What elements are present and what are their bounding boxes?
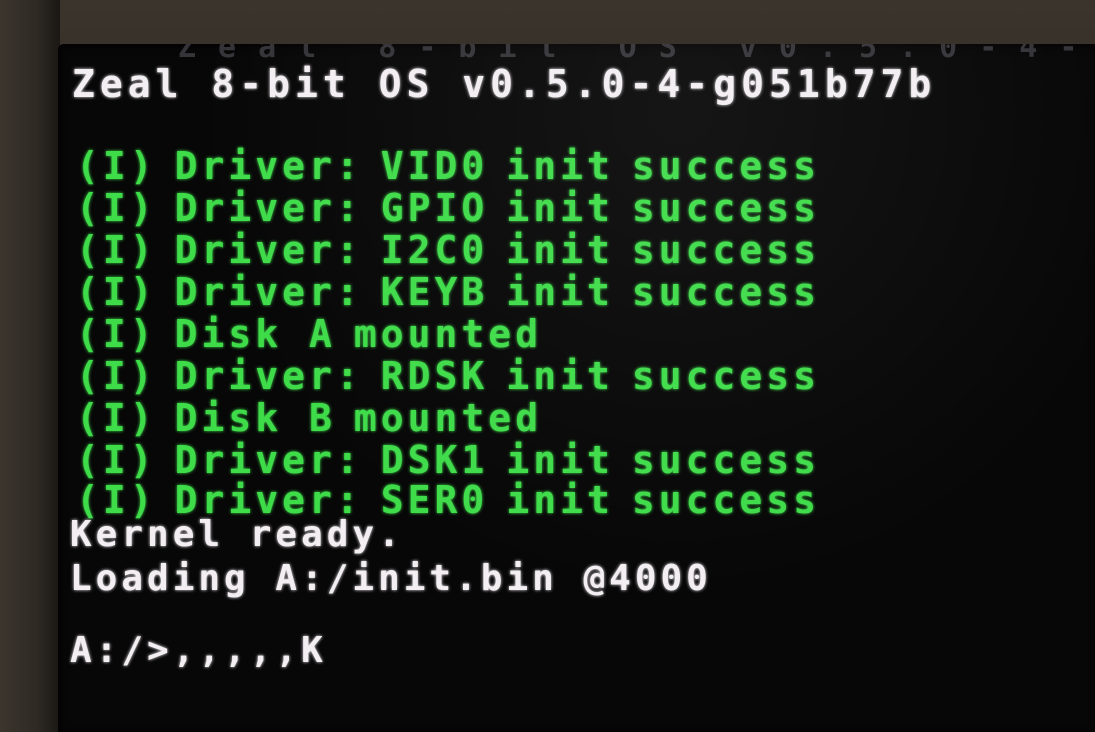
prompt-path: A:/> xyxy=(70,630,173,671)
log-line: (I) Driver: I2C0 init success xyxy=(76,228,820,272)
loading-line: Loading A:/init.bin @4000 xyxy=(70,558,712,599)
log-line: (I) Driver: KEYB init success xyxy=(76,270,820,314)
command-input[interactable]: ,,,,,K xyxy=(173,630,327,671)
os-banner: Zeal 8-bit OS v0.5.0-4-g051b77b xyxy=(72,62,937,106)
log-line: (I) Disk Amounted xyxy=(76,312,543,356)
log-line: (I) Driver: GPIO init success xyxy=(76,186,820,230)
kernel-ready-line: Kernel ready. xyxy=(70,514,404,555)
log-line: (I) Driver: RDSK init success xyxy=(76,354,820,398)
command-prompt[interactable]: A:/>,,,,,K xyxy=(70,630,327,671)
monitor-bezel-left xyxy=(0,0,60,732)
log-line: (I) Driver: DSK1 init success xyxy=(76,438,820,482)
log-line: (I) Disk Bmounted xyxy=(76,396,543,440)
terminal-screen: Zeal 8-bit OS v0.5.0-4-g051b77b Zeal 8-b… xyxy=(58,44,1095,732)
log-line: (I) Driver: VID0 init success xyxy=(76,144,820,188)
